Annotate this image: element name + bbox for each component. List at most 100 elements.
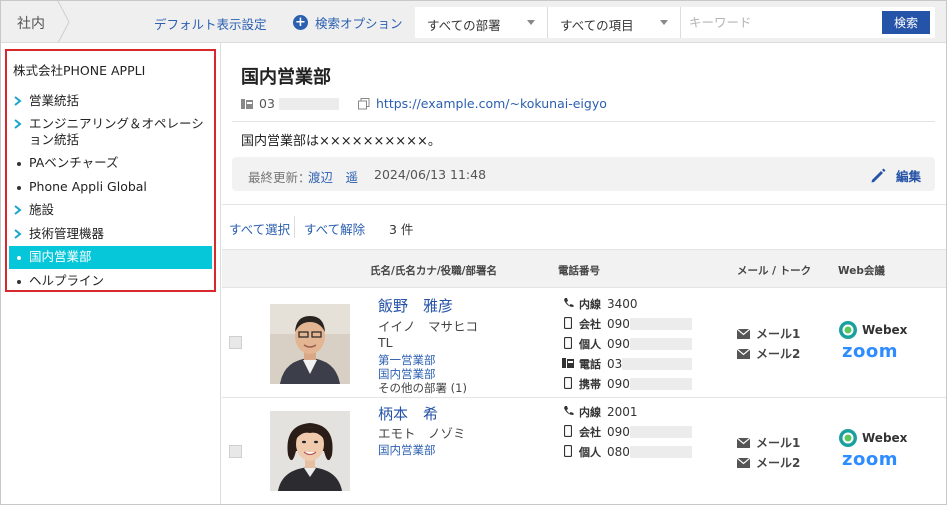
updated-by-link[interactable]: 渡辺 遥 <box>308 167 358 186</box>
chevron-right-icon <box>14 205 22 215</box>
phone-entry[interactable]: 個人 090 <box>562 336 692 352</box>
phone-entry[interactable]: 携帯 090 <box>562 376 692 392</box>
bullet-icon <box>17 256 21 260</box>
tree-node[interactable]: エンジニアリング＆オペレーション統括 <box>9 116 212 148</box>
mail-link[interactable]: メール1 <box>737 434 800 451</box>
breadcrumb-label: 社内 <box>17 16 45 32</box>
tree-node[interactable]: ヘルプライン <box>9 273 212 289</box>
fax-icon <box>241 98 253 109</box>
webex-link[interactable]: Webex <box>838 320 907 340</box>
search-options-label: 検索オプション <box>315 16 403 31</box>
person-name-link[interactable]: 柄本 希 <box>378 403 438 424</box>
bullet-icon <box>17 280 21 284</box>
masked-digits <box>629 426 692 438</box>
webex-link[interactable]: Webex <box>838 428 907 448</box>
field-select[interactable]: すべての項目 <box>548 7 681 38</box>
dept-url: https://example.com/~kokunai-eigyo <box>376 96 607 111</box>
phone-entry[interactable]: 会社 090 <box>562 316 692 332</box>
tree-node[interactable]: 技術管理機器 <box>9 226 212 242</box>
person-kana: イイノ マサヒコ <box>378 319 479 334</box>
org-name[interactable]: 株式会社PHONE APPLI <box>13 60 145 79</box>
mail-link[interactable]: メール2 <box>737 345 800 362</box>
mobile-icon <box>562 336 574 352</box>
breadcrumb-chevron-icon <box>57 1 70 43</box>
default-view-link[interactable]: デフォルト表示設定 <box>154 14 267 33</box>
webex-logo-icon <box>839 321 857 339</box>
masked-digits <box>629 318 692 330</box>
tree-node-active[interactable]: 国内営業部 <box>9 246 212 269</box>
tree-node[interactable]: Phone Appli Global <box>9 179 212 195</box>
mail-label: メール2 <box>756 347 801 361</box>
bullet-icon <box>17 162 21 166</box>
phone-value: 3400 <box>607 297 638 311</box>
tree-node-label: PAベンチャーズ <box>29 155 119 170</box>
person-name-link[interactable]: 飯野 雅彦 <box>378 295 453 316</box>
zoom-link[interactable]: zoom <box>842 341 898 362</box>
page-title: 国内営業部 <box>241 67 331 88</box>
mail-link[interactable]: メール2 <box>737 454 800 471</box>
last-updated-bar: 最終更新： 渡辺 遥 2024/06/13 11:48 編集 <box>232 157 935 191</box>
tree-node[interactable]: 施設 <box>9 202 212 218</box>
table-header: 氏名/氏名カナ/役職/部署名 電話番号 メール / トーク Web会議 <box>222 249 946 288</box>
phone-label: 個人 <box>579 338 601 351</box>
breadcrumb[interactable]: 社内 <box>1 1 71 43</box>
edit-label: 編集 <box>895 169 921 184</box>
phone-value: 090 <box>607 425 630 439</box>
tree-node[interactable]: 営業統括 <box>9 93 212 109</box>
dept-phone-value: 03 <box>259 96 275 111</box>
org-tree: 株式会社PHONE APPLI 営業統括 エンジニアリング＆オペレーション統括 … <box>5 49 216 292</box>
col-header-web: Web会議 <box>838 265 885 277</box>
divider <box>294 216 295 238</box>
search-options-link[interactable]: + 検索オプション <box>293 13 403 32</box>
person-dept-link[interactable]: 国内営業部 <box>378 442 436 458</box>
phone-icon <box>562 405 574 419</box>
phone-entry[interactable]: 個人 080 <box>562 444 692 460</box>
masked-digits <box>629 446 692 458</box>
select-all-link[interactable]: すべて選択 <box>229 219 290 238</box>
avatar[interactable] <box>270 411 350 491</box>
phone-label: 携帯 <box>579 378 601 391</box>
sidebar: 株式会社PHONE APPLI 営業統括 エンジニアリング＆オペレーション統括 … <box>1 43 221 504</box>
avatar[interactable] <box>270 304 350 384</box>
row-checkbox[interactable] <box>229 336 242 349</box>
phone-entry[interactable]: 電話 03 <box>562 356 693 372</box>
phone-value: 090 <box>607 317 630 331</box>
dept-phone[interactable]: 03 <box>241 96 339 111</box>
keyword-input[interactable] <box>681 7 881 38</box>
zoom-link[interactable]: zoom <box>842 449 898 470</box>
phone-label: 電話 <box>579 358 601 371</box>
dept-select[interactable]: すべての部署 <box>415 7 548 38</box>
top-bar: 社内 デフォルト表示設定 + 検索オプション すべての部署 すべての項目 検索 <box>1 1 946 43</box>
mail-label: メール2 <box>756 456 801 470</box>
dept-url-link[interactable]: https://example.com/~kokunai-eigyo <box>358 96 607 111</box>
phone-label: 会社 <box>579 426 601 439</box>
tree-node[interactable]: PAベンチャーズ <box>9 155 212 171</box>
divider <box>232 121 935 122</box>
table-row: 柄本 希 エモト ノゾミ 国内営業部 内線 2001 会社 090 個人 080… <box>222 398 946 504</box>
person-photo <box>270 304 350 384</box>
tree-node-label: ヘルプライン <box>29 273 105 288</box>
deselect-all-link[interactable]: すべて解除 <box>304 219 365 238</box>
dept-description: 国内営業部は××××××××××。 <box>241 134 441 149</box>
phone-entry[interactable]: 会社 090 <box>562 424 692 440</box>
mail-link[interactable]: メール1 <box>737 325 800 342</box>
fax-icon <box>562 357 574 372</box>
phone-label: 内線 <box>579 406 601 419</box>
person-kana: エモト ノゾミ <box>378 426 466 441</box>
plus-icon: + <box>293 15 308 30</box>
edit-button[interactable]: 編集 <box>870 166 921 185</box>
dept-select-value: すべての部署 <box>427 18 501 33</box>
other-depts[interactable]: その他の部署 (1) <box>378 380 467 396</box>
search-button[interactable]: 検索 <box>882 11 930 34</box>
mobile-icon <box>562 316 574 332</box>
chevron-right-icon <box>14 119 22 129</box>
row-checkbox[interactable] <box>229 445 242 458</box>
tree-node-label: 施設 <box>29 202 55 217</box>
webex-label: Webex <box>862 431 908 445</box>
phone-entry[interactable]: 内線 2001 <box>562 404 638 420</box>
masked-digits <box>629 338 692 350</box>
phone-value: 080 <box>607 445 630 459</box>
caret-down-icon <box>527 20 535 25</box>
col-header-mail: メール / トーク <box>737 265 812 277</box>
phone-entry[interactable]: 内線 3400 <box>562 296 638 312</box>
